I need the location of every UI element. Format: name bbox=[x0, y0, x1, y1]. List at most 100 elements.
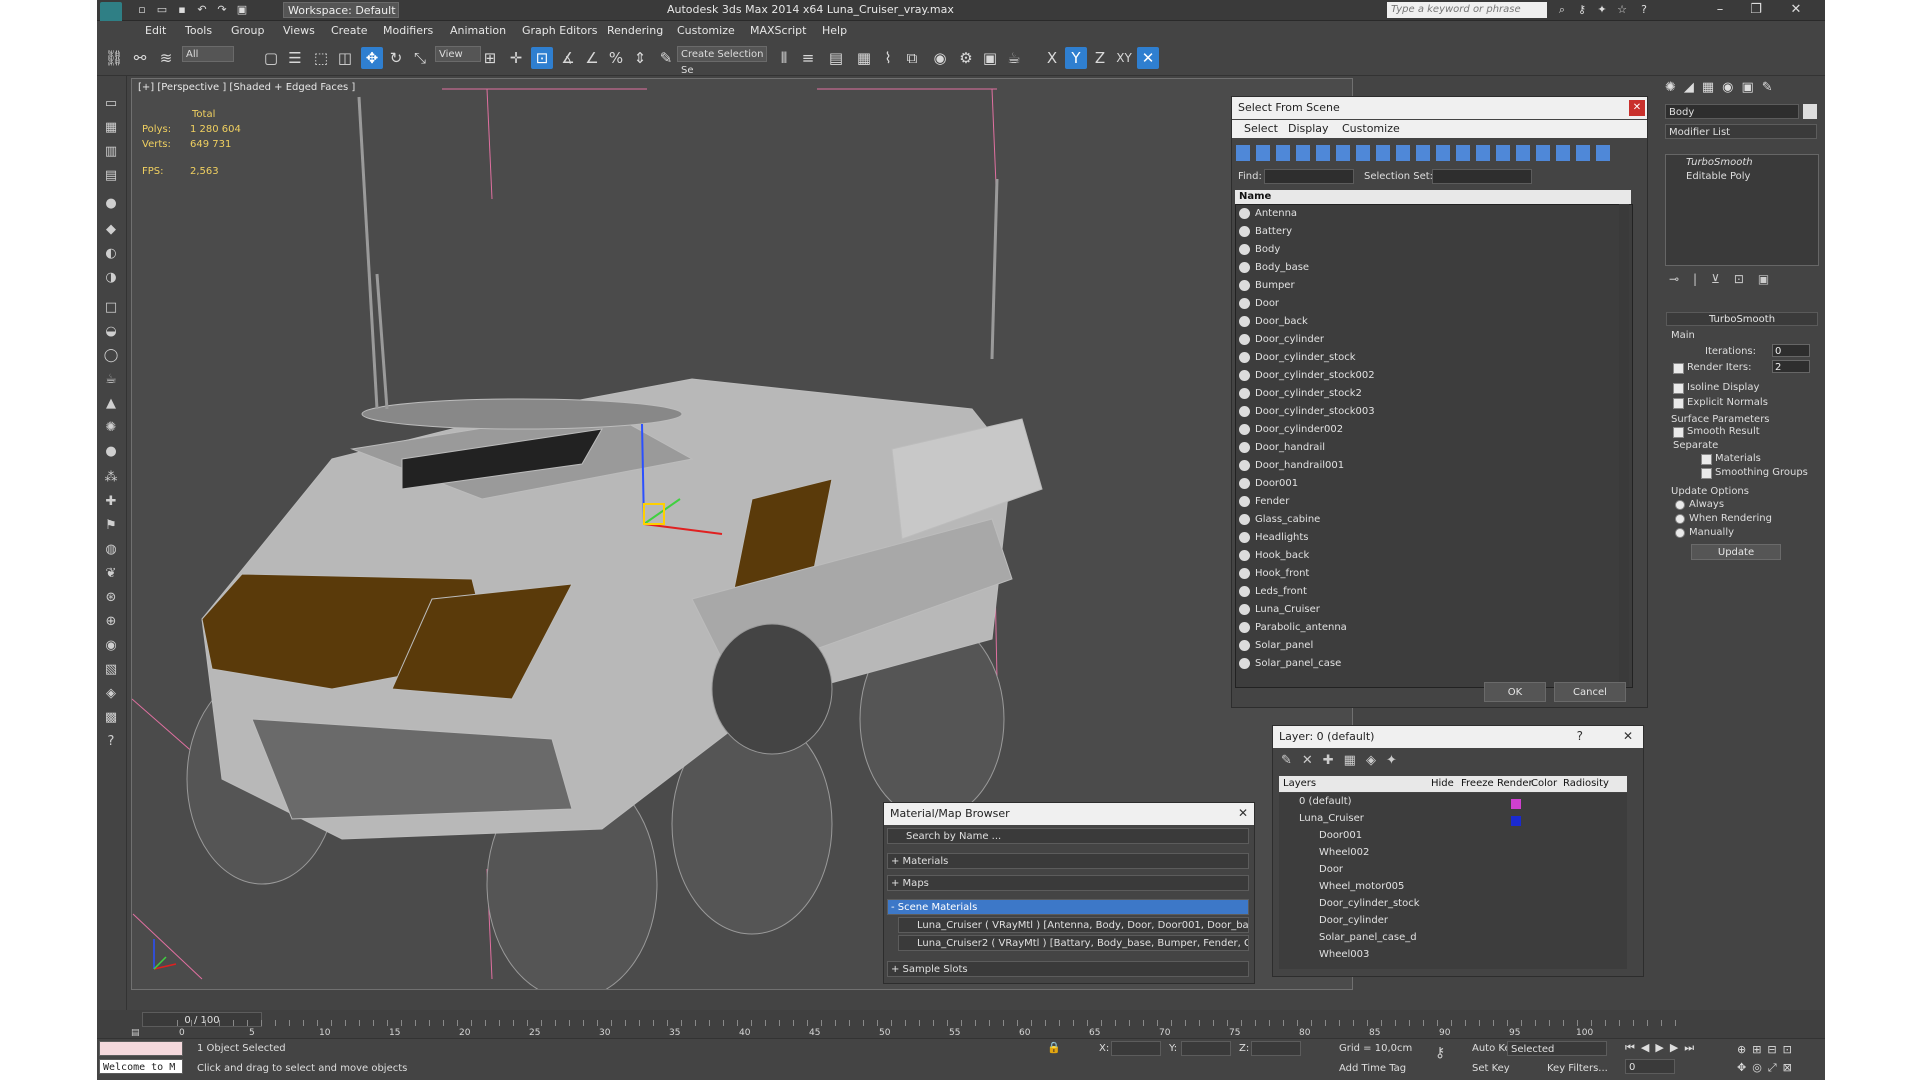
material-search-input[interactable]: Search by Name ... bbox=[887, 828, 1249, 844]
angle-snap-icon[interactable]: ∠ bbox=[581, 47, 603, 69]
spinner-snap-icon[interactable]: ⇕ bbox=[629, 47, 651, 69]
favorites-icon[interactable]: ☆ bbox=[1615, 3, 1629, 16]
list-item[interactable]: Body bbox=[1236, 241, 1632, 259]
object-color-swatch[interactable] bbox=[1803, 104, 1817, 119]
layer-tools-row[interactable]: ✎✕✚▦◈✦ bbox=[1281, 753, 1481, 769]
menu-edit[interactable]: Edit bbox=[145, 24, 166, 37]
keyboard-shortcut-override-icon[interactable]: ⊡ bbox=[531, 47, 553, 69]
unlink-icon[interactable]: ⚯ bbox=[129, 47, 151, 69]
select-move-icon[interactable]: ✥ bbox=[361, 47, 383, 69]
list-item[interactable]: Door_cylinder_stock bbox=[1236, 349, 1632, 367]
col-render[interactable]: Render bbox=[1497, 778, 1533, 789]
col-radiosity[interactable]: Radiosity bbox=[1563, 778, 1609, 789]
material-icon[interactable]: ▩ bbox=[101, 708, 121, 728]
list-item[interactable]: Luna_Cruiser bbox=[1236, 601, 1632, 619]
material-item[interactable]: Luna_Cruiser ( VRayMtl ) [Antenna, Body,… bbox=[898, 917, 1249, 933]
cancel-button[interactable]: Cancel bbox=[1554, 682, 1626, 702]
command-panel-tabs[interactable]: ✺◢▦◉▣✎ bbox=[1665, 80, 1815, 98]
object-name-field[interactable]: Body bbox=[1665, 104, 1799, 119]
select-object-icon[interactable]: ▢ bbox=[260, 47, 282, 69]
geosphere-icon[interactable]: ● bbox=[101, 442, 121, 462]
table-row[interactable]: Luna_Cruiser bbox=[1279, 810, 1627, 827]
window-crossing-icon[interactable]: ◫ bbox=[334, 47, 356, 69]
list-item[interactable]: Door bbox=[1236, 295, 1632, 313]
particles-icon[interactable]: ⁂ bbox=[101, 468, 121, 488]
scene-explorer-icon[interactable]: ▧ bbox=[101, 660, 121, 680]
help-icon[interactable]: ? bbox=[1637, 3, 1651, 16]
list-item[interactable]: Solar_panel_case bbox=[1236, 655, 1632, 673]
help-circle-icon[interactable]: ? bbox=[101, 732, 121, 752]
create-box-icon[interactable]: ▭ bbox=[101, 94, 121, 114]
cone-icon[interactable]: ▲ bbox=[101, 394, 121, 414]
close-icon[interactable]: ✕ bbox=[1623, 729, 1633, 743]
axis-z-icon[interactable]: Z bbox=[1089, 47, 1111, 69]
z-coordinate-input[interactable] bbox=[1251, 1041, 1301, 1056]
table-row[interactable]: Door bbox=[1279, 861, 1627, 878]
group-maps[interactable]: + Maps bbox=[887, 875, 1249, 891]
current-frame-input[interactable]: 0 bbox=[1625, 1059, 1675, 1074]
set-key-button[interactable]: Set Key bbox=[1472, 1063, 1510, 1074]
bind-space-warp-icon[interactable]: ≋ bbox=[155, 47, 177, 69]
maxscript-listener-pink[interactable] bbox=[99, 1041, 183, 1056]
name-column-header[interactable]: Name bbox=[1235, 190, 1631, 204]
materials-checkbox[interactable] bbox=[1701, 454, 1712, 465]
pivot-center-icon[interactable]: ⊞ bbox=[479, 47, 501, 69]
add-time-tag[interactable]: Add Time Tag bbox=[1339, 1063, 1406, 1074]
select-scale-icon[interactable]: ⤡ bbox=[409, 47, 431, 69]
layer-color-swatch[interactable] bbox=[1511, 816, 1521, 826]
select-by-name-icon[interactable]: ☰ bbox=[284, 47, 306, 69]
workspace-dropdown[interactable]: Workspace: Default bbox=[283, 2, 399, 18]
curve-editor-icon[interactable]: ⌇ bbox=[877, 47, 899, 69]
list-scrollbar[interactable] bbox=[1619, 204, 1629, 686]
col-freeze[interactable]: Freeze bbox=[1461, 778, 1494, 789]
stack-item-turbosmooth[interactable]: TurboSmooth bbox=[1686, 157, 1753, 168]
camera-icon[interactable]: ◆ bbox=[101, 220, 121, 240]
render-production-icon[interactable]: ☕ bbox=[1003, 47, 1025, 69]
menu-customize[interactable]: Customize bbox=[677, 24, 735, 37]
find-input[interactable] bbox=[1264, 169, 1354, 184]
list-item[interactable]: Door_cylinder002 bbox=[1236, 421, 1632, 439]
material-editor-icon[interactable]: ◉ bbox=[929, 47, 951, 69]
layer-color-swatch[interactable] bbox=[1511, 799, 1521, 809]
save-file-icon[interactable]: ▪ bbox=[175, 3, 189, 16]
menu-customize[interactable]: Customize bbox=[1342, 122, 1400, 135]
isoline-checkbox[interactable] bbox=[1673, 383, 1684, 394]
character-icon[interactable]: ⚑ bbox=[101, 516, 121, 536]
help-icon[interactable]: ? bbox=[1577, 729, 1583, 743]
sphere-icon[interactable]: ◒ bbox=[101, 322, 121, 342]
axis-y-icon[interactable]: Y bbox=[1065, 47, 1087, 69]
x-coordinate-input[interactable] bbox=[1111, 1041, 1161, 1056]
col-color[interactable]: Color bbox=[1531, 778, 1557, 789]
reference-coordinate-dropdown[interactable]: View bbox=[435, 46, 481, 62]
maximize-button[interactable]: ❐ bbox=[1741, 1, 1771, 19]
key-filters-button[interactable]: Key Filters... bbox=[1547, 1063, 1608, 1074]
selection-filter-dropdown[interactable]: All bbox=[182, 46, 234, 62]
teapot-icon[interactable]: ☕ bbox=[101, 370, 121, 390]
axis-x-icon[interactable]: X bbox=[1041, 47, 1063, 69]
undo-icon[interactable]: ↶ bbox=[195, 3, 209, 16]
layer-manager-icon[interactable]: ▤ bbox=[825, 47, 847, 69]
stack-tools-row[interactable]: ⊸|⊻⊡▣ bbox=[1669, 272, 1809, 288]
menu-views[interactable]: Views bbox=[283, 24, 315, 37]
table-row[interactable]: Wheel003 bbox=[1279, 946, 1627, 963]
sun-icon[interactable]: ✺ bbox=[101, 418, 121, 438]
group-scene-materials[interactable]: - Scene Materials bbox=[887, 899, 1249, 915]
list-item[interactable]: Parabolic_antenna bbox=[1236, 619, 1632, 637]
helper-icon[interactable]: ◐ bbox=[101, 244, 121, 264]
viewport-nav-controls[interactable]: ⊕⊞⊟⊡ ✥◎⤢⊠ bbox=[1737, 1041, 1817, 1077]
iterations-spinner[interactable]: 0 bbox=[1772, 344, 1810, 357]
ok-button[interactable]: OK bbox=[1484, 682, 1546, 702]
snap-toggle-icon[interactable]: ∡ bbox=[557, 47, 579, 69]
maxscript-listener[interactable]: Welcome to M bbox=[99, 1059, 183, 1074]
render-iters-checkbox[interactable] bbox=[1673, 363, 1684, 374]
open-file-icon[interactable]: ▭ bbox=[155, 3, 169, 16]
minimize-button[interactable]: – bbox=[1705, 1, 1735, 19]
percent-snap-icon[interactable]: % bbox=[605, 47, 627, 69]
dynamics-icon[interactable]: ⊛ bbox=[101, 588, 121, 608]
close-icon[interactable]: ✕ bbox=[1629, 100, 1645, 116]
sphere-render-icon[interactable]: ◉ bbox=[101, 636, 121, 656]
lock-selection-icon[interactable]: 🔒 bbox=[1047, 1041, 1061, 1055]
render-iters-spinner[interactable]: 2 bbox=[1772, 360, 1810, 373]
menu-display[interactable]: Display bbox=[1288, 122, 1329, 135]
when-rendering-radio[interactable] bbox=[1675, 514, 1685, 524]
